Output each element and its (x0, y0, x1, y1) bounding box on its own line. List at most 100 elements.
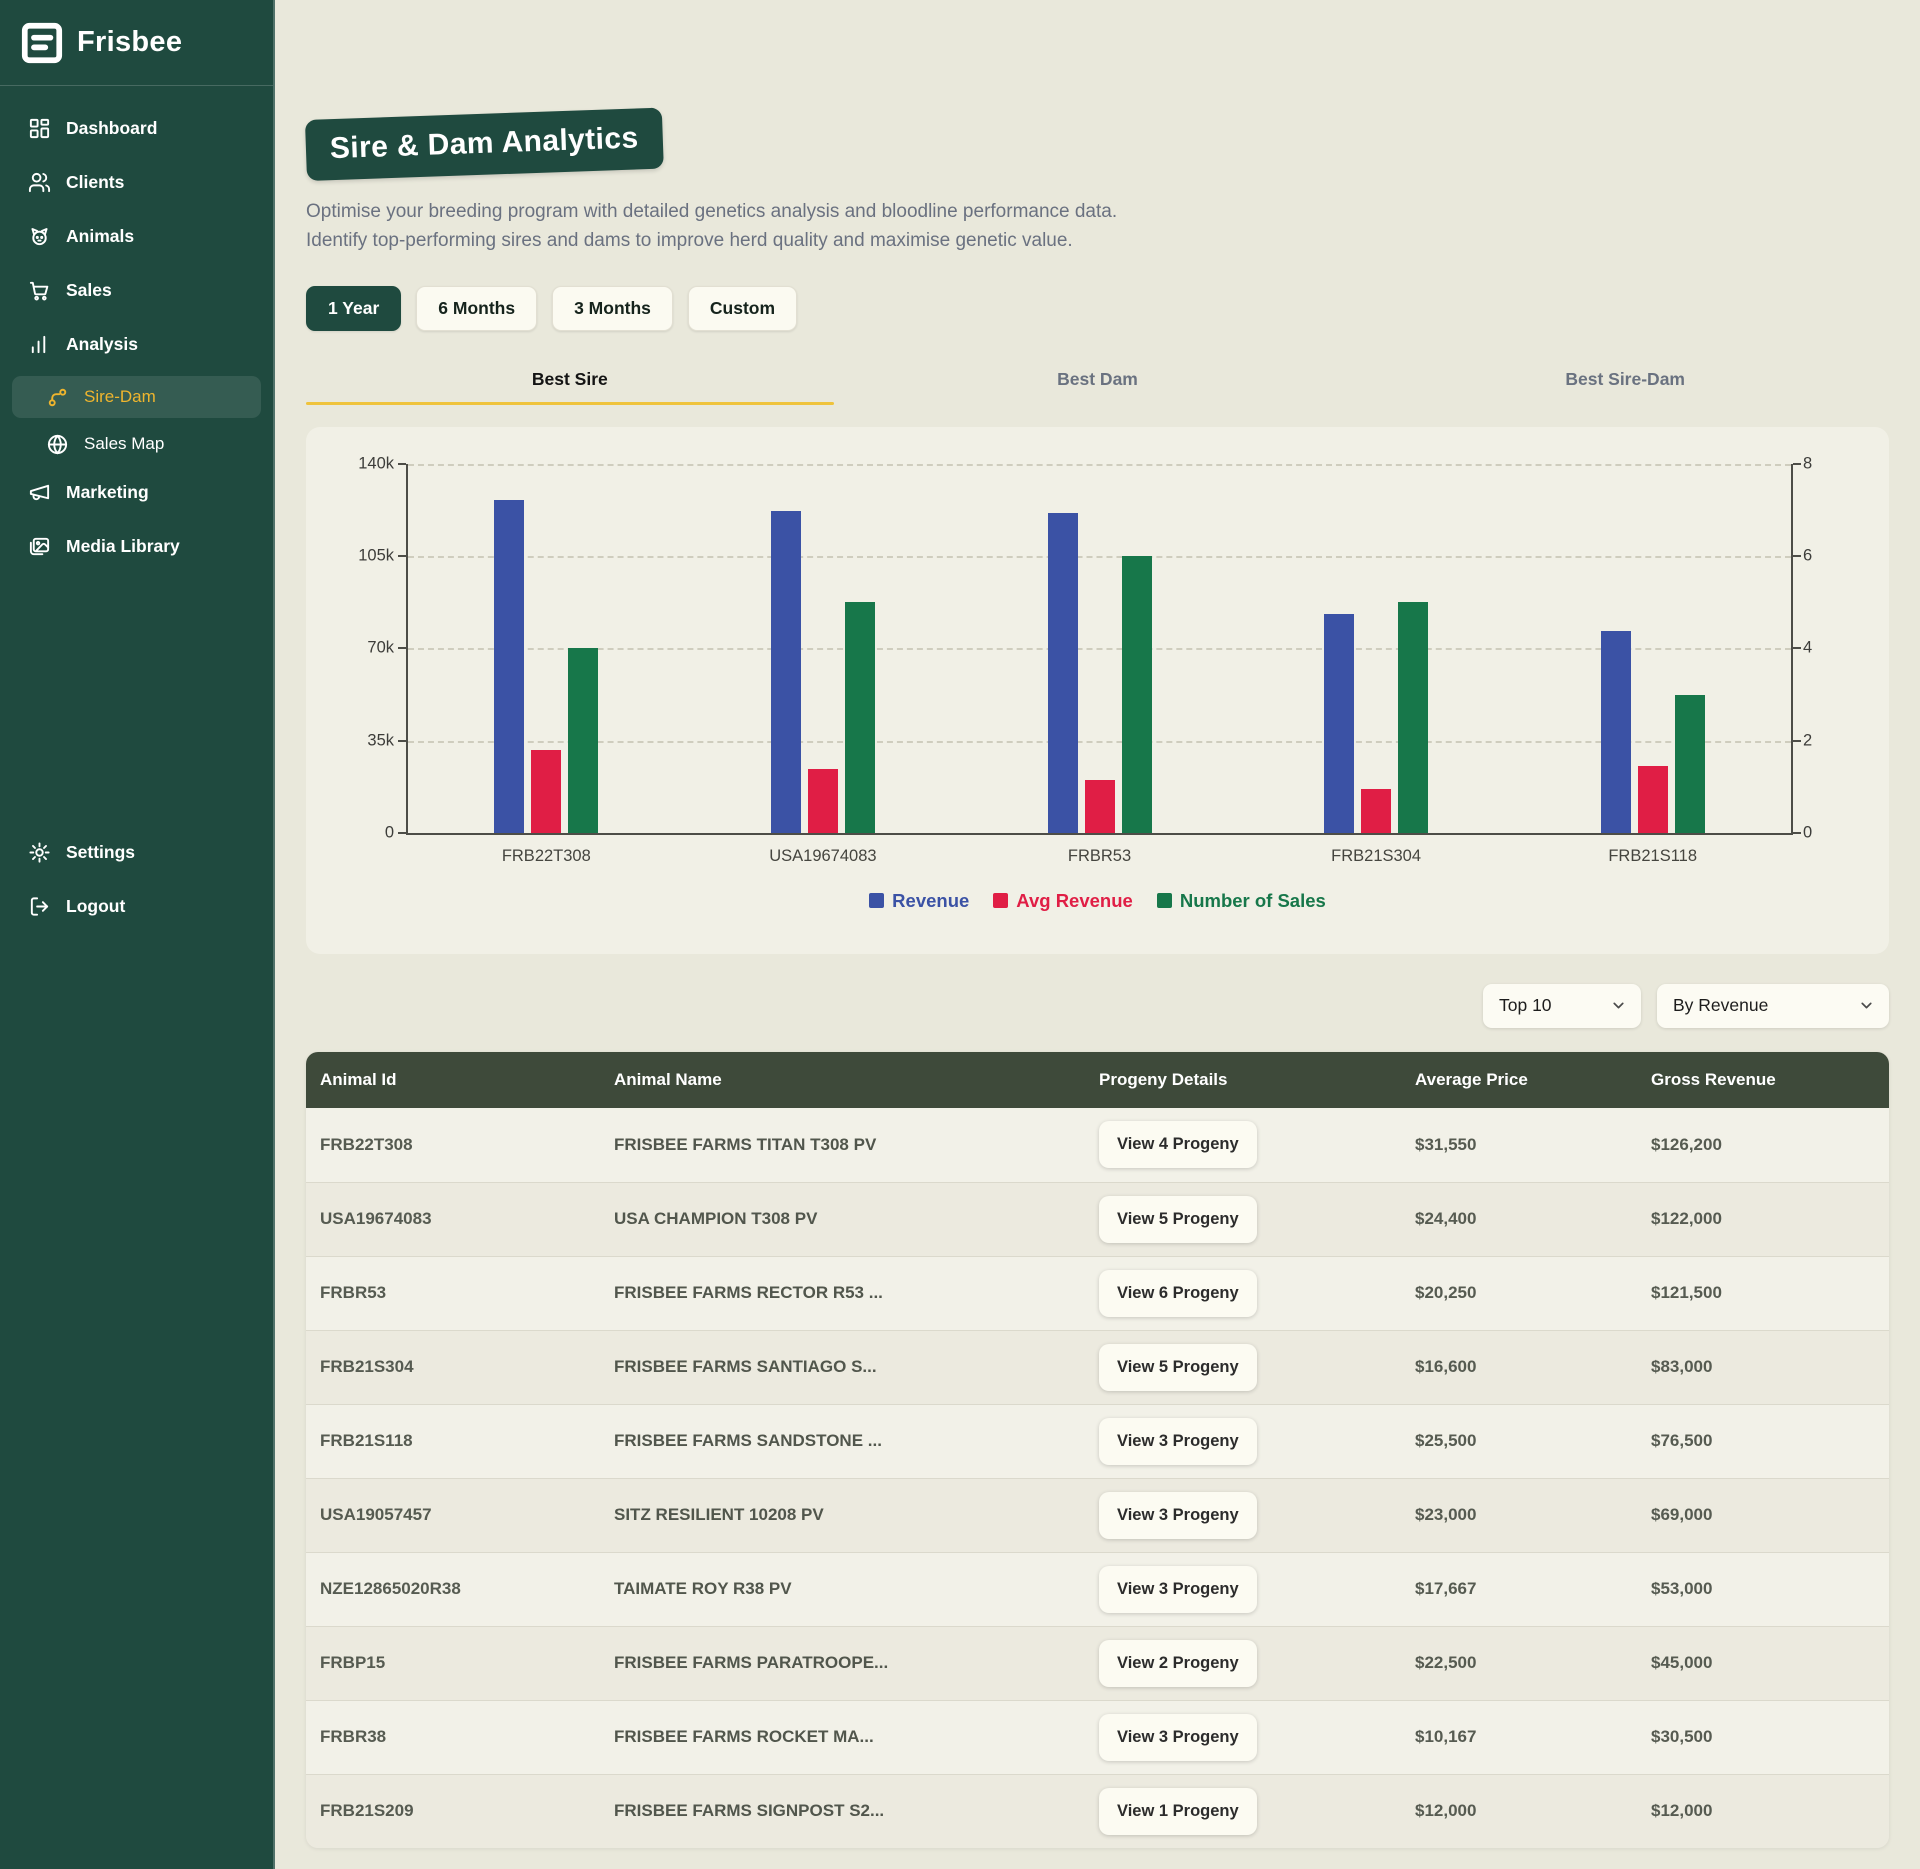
sort-by-value: By Revenue (1673, 995, 1768, 1016)
table-row: FRB22T308FRISBEE FARMS TITAN T308 PVView… (306, 1108, 1889, 1182)
cell-gross-revenue: $12,000 (1651, 1801, 1889, 1821)
x-axis-category-label: USA19674083 (723, 847, 923, 866)
view-progeny-button[interactable]: View 3 Progeny (1099, 1714, 1257, 1761)
sidebar-item-sales-map[interactable]: Sales Map (12, 423, 261, 465)
cell-average-price: $20,250 (1415, 1283, 1651, 1303)
logo[interactable]: Frisbee (0, 0, 273, 86)
time-range-filters: 1 Year 6 Months 3 Months Custom (306, 286, 1889, 331)
view-progeny-button[interactable]: View 5 Progeny (1099, 1196, 1257, 1243)
table-row: FRB21S209FRISBEE FARMS SIGNPOST S2...Vie… (306, 1774, 1889, 1848)
legend-label: Revenue (892, 890, 969, 912)
sales-icon (28, 279, 51, 302)
left-axis-tickmark (398, 647, 406, 649)
legend-label: Avg Revenue (1016, 890, 1133, 912)
filter-button-1-year[interactable]: 1 Year (306, 286, 401, 331)
chart-gridline (408, 648, 1791, 650)
top-n-select[interactable]: Top 10 (1483, 984, 1641, 1028)
x-axis-category-label: FRBR53 (1000, 847, 1200, 866)
view-progeny-button[interactable]: View 3 Progeny (1099, 1566, 1257, 1613)
cell-gross-revenue: $45,000 (1651, 1653, 1889, 1673)
analytics-tabs: Best SireBest DamBest Sire-Dam (306, 369, 1889, 405)
cell-animal-name: FRISBEE FARMS SIGNPOST S2... (614, 1801, 1099, 1821)
bar-revenue-frb21s118 (1601, 631, 1631, 833)
cell-animal-name: FRISBEE FARMS RECTOR R53 ... (614, 1283, 1099, 1303)
sire-dam-icon (46, 386, 69, 409)
sidebar-nav: Dashboard Clients Animals Sales Analysis Sire… (0, 86, 273, 1869)
sidebar-item-label: Logout (66, 896, 125, 917)
bar-avg-revenue-frb21s304 (1361, 789, 1391, 833)
filter-button-custom[interactable]: Custom (688, 286, 797, 331)
analysis-icon (28, 333, 51, 356)
page-description-line2: Identify top-performing sires and dams t… (306, 230, 1073, 251)
right-axis-tick-label: 8 (1803, 454, 1812, 473)
cell-animal-id: USA19674083 (306, 1209, 614, 1229)
view-progeny-button[interactable]: View 3 Progeny (1099, 1418, 1257, 1465)
cell-progeny-details: View 3 Progeny (1099, 1714, 1415, 1761)
cell-progeny-details: View 2 Progeny (1099, 1640, 1415, 1687)
tab-best-dam[interactable]: Best Dam (834, 369, 1362, 405)
right-axis-tickmark (1793, 740, 1801, 742)
tab-best-sire-dam[interactable]: Best Sire-Dam (1361, 369, 1889, 405)
sidebar-item-animals[interactable]: Animals (12, 214, 261, 258)
cell-animal-name: FRISBEE FARMS TITAN T308 PV (614, 1135, 1099, 1155)
cell-average-price: $17,667 (1415, 1579, 1651, 1599)
cell-animal-id: FRBP15 (306, 1653, 614, 1673)
sidebar-item-settings[interactable]: Settings (12, 830, 261, 874)
view-progeny-button[interactable]: View 6 Progeny (1099, 1270, 1257, 1317)
x-axis-category-label: FRB21S118 (1553, 847, 1753, 866)
legend-swatch-icon (993, 893, 1008, 908)
chevron-down-icon (1610, 997, 1627, 1014)
legend-item-avg-revenue: Avg Revenue (993, 890, 1133, 912)
filter-button-3-months[interactable]: 3 Months (552, 286, 673, 331)
table-row: FRBP15FRISBEE FARMS PARATROOPE...View 2 … (306, 1626, 1889, 1700)
sidebar-item-marketing[interactable]: Marketing (12, 470, 261, 514)
tab-best-sire[interactable]: Best Sire (306, 369, 834, 405)
sidebar-item-dashboard[interactable]: Dashboard (12, 106, 261, 150)
right-axis-tickmark (1793, 463, 1801, 465)
sidebar-item-analysis[interactable]: Analysis (12, 322, 261, 366)
cell-average-price: $24,400 (1415, 1209, 1651, 1229)
bar-avg-revenue-frb22t308 (531, 750, 561, 833)
clients-icon (28, 171, 51, 194)
legend-label: Number of Sales (1180, 890, 1326, 912)
cell-progeny-details: View 6 Progeny (1099, 1270, 1415, 1317)
chart-panel: 0035k270k4105k6140k8FRB22T308USA19674083… (306, 427, 1889, 954)
table-row: FRBR53FRISBEE FARMS RECTOR R53 ...View 6… (306, 1256, 1889, 1330)
cell-average-price: $12,000 (1415, 1801, 1651, 1821)
filter-button-6-months[interactable]: 6 Months (416, 286, 537, 331)
bar-revenue-frbr53 (1048, 513, 1078, 833)
sidebar: Frisbee Dashboard Clients Animals Sales Anal… (0, 0, 275, 1869)
right-axis-tick-label: 6 (1803, 547, 1812, 566)
cell-gross-revenue: $53,000 (1651, 1579, 1889, 1599)
cell-animal-id: USA19057457 (306, 1505, 614, 1525)
page-title: Sire & Dam Analytics (305, 108, 664, 181)
left-axis-tickmark (398, 832, 406, 834)
view-progeny-button[interactable]: View 3 Progeny (1099, 1492, 1257, 1539)
cell-animal-id: FRB21S209 (306, 1801, 614, 1821)
view-progeny-button[interactable]: View 5 Progeny (1099, 1344, 1257, 1391)
view-progeny-button[interactable]: View 4 Progeny (1099, 1121, 1257, 1168)
bar-number-of-sales-frb21s304 (1398, 602, 1428, 833)
view-progeny-button[interactable]: View 1 Progeny (1099, 1788, 1257, 1835)
view-progeny-button[interactable]: View 2 Progeny (1099, 1640, 1257, 1687)
bar-revenue-frb22t308 (494, 500, 524, 833)
sidebar-item-label: Sales (66, 280, 112, 301)
sidebar-item-logout[interactable]: Logout (12, 884, 261, 928)
list-controls: Top 10 By Revenue (306, 984, 1889, 1028)
sidebar-item-clients[interactable]: Clients (12, 160, 261, 204)
legend-swatch-icon (869, 893, 884, 908)
marketing-icon (28, 481, 51, 504)
sidebar-item-sales[interactable]: Sales (12, 268, 261, 312)
table-row: NZE12865020R38TAIMATE ROY R38 PVView 3 P… (306, 1552, 1889, 1626)
dashboard-icon (28, 117, 51, 140)
sidebar-item-media-library[interactable]: Media Library (12, 524, 261, 568)
sidebar-item-sire-dam[interactable]: Sire-Dam (12, 376, 261, 418)
frisbee-logo-icon (20, 21, 64, 65)
cell-animal-id: FRB21S118 (306, 1431, 614, 1451)
sidebar-item-label: Media Library (66, 536, 180, 557)
sidebar-item-label: Settings (66, 842, 135, 863)
brand-name: Frisbee (77, 26, 182, 59)
left-axis-tick-label: 70k (367, 639, 394, 658)
sort-by-select[interactable]: By Revenue (1657, 984, 1889, 1028)
bar-avg-revenue-frbr53 (1085, 780, 1115, 833)
